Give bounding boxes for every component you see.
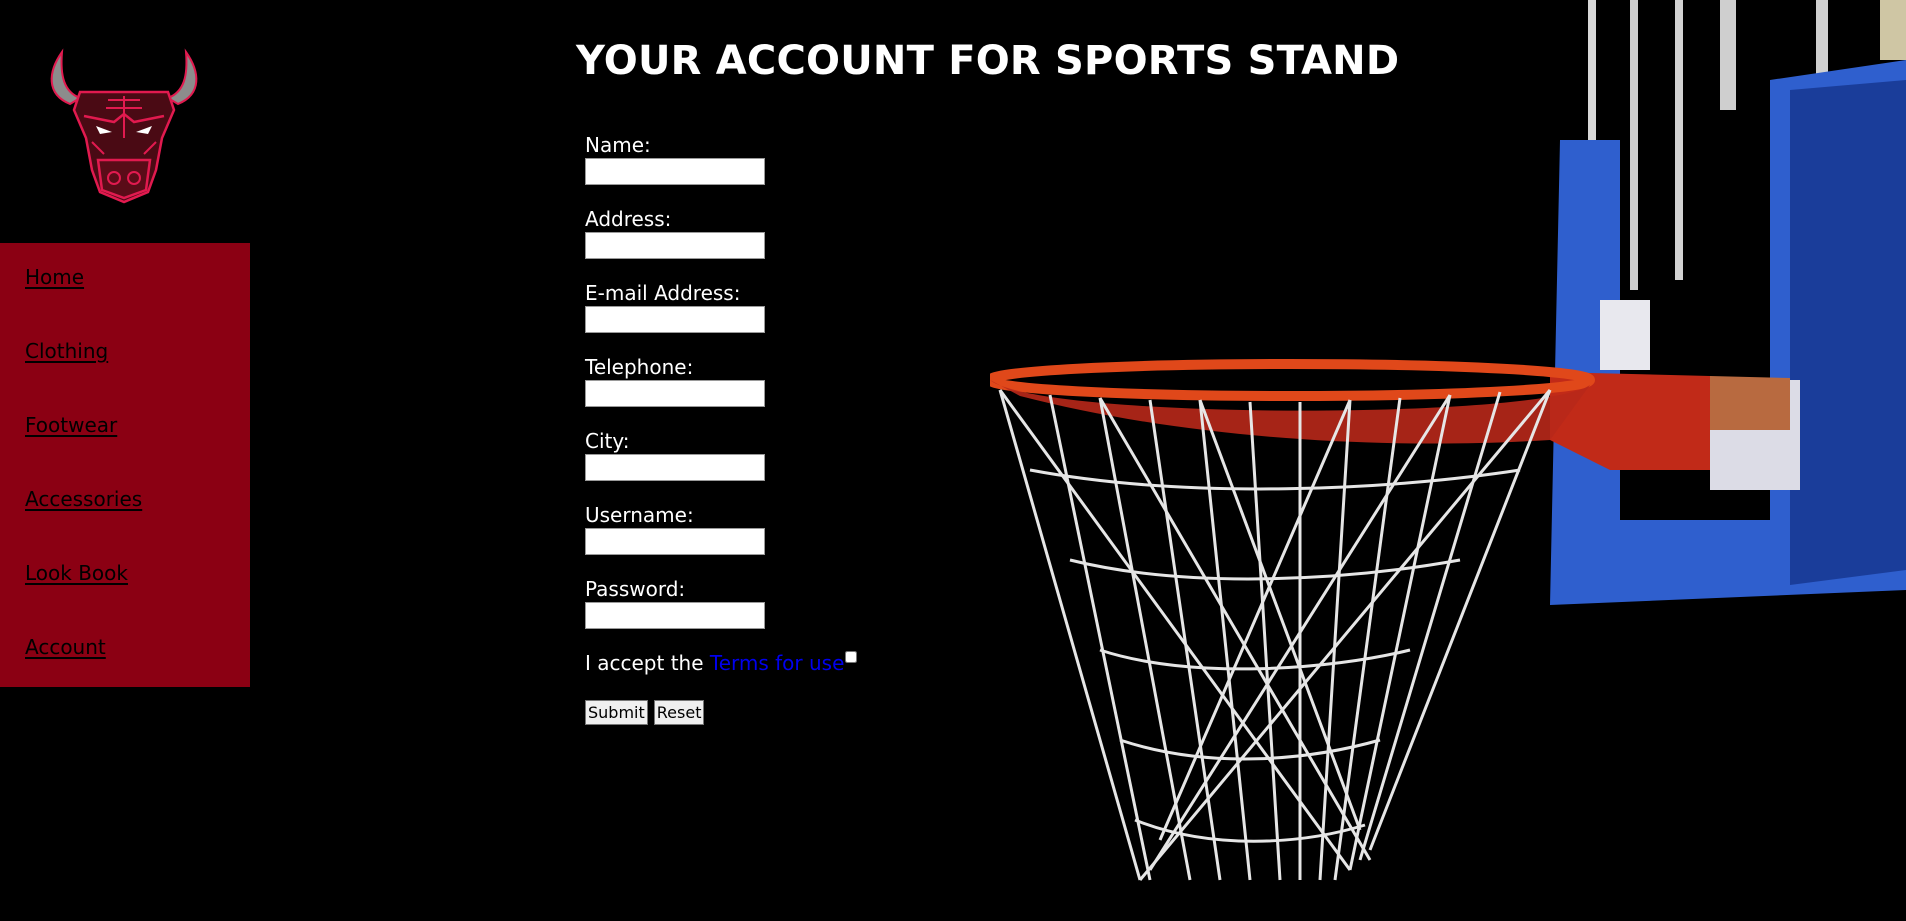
nav-link-home[interactable]: Home	[25, 265, 84, 289]
email-field: E-mail Address:	[585, 280, 985, 354]
telephone-label: Telephone:	[585, 355, 694, 379]
name-input[interactable]	[585, 158, 765, 185]
address-label: Address:	[585, 207, 672, 231]
telephone-field: Telephone:	[585, 354, 985, 428]
address-field: Address:	[585, 206, 985, 280]
bull-logo-icon	[50, 48, 198, 204]
email-input[interactable]	[585, 306, 765, 333]
nav-item-account: Account	[0, 613, 250, 687]
password-input[interactable]	[585, 602, 765, 629]
name-label: Name:	[585, 133, 651, 157]
terms-checkbox[interactable]	[845, 650, 858, 663]
username-field: Username:	[585, 502, 985, 576]
email-label: E-mail Address:	[585, 281, 741, 305]
form-buttons: Submit Reset	[585, 700, 985, 725]
password-label: Password:	[585, 577, 686, 601]
nav-link-look-book[interactable]: Look Book	[25, 561, 128, 585]
sidebar-nav: Home Clothing Footwear Accessories Look …	[0, 243, 250, 687]
username-label: Username:	[585, 503, 694, 527]
nav-item-look-book: Look Book	[0, 539, 250, 613]
address-input[interactable]	[585, 232, 765, 259]
reset-button[interactable]: Reset	[653, 700, 705, 725]
account-form: Name: Address: E-mail Address: Telephone…	[585, 132, 985, 725]
password-field: Password:	[585, 576, 985, 650]
nav-link-account[interactable]: Account	[25, 635, 106, 659]
terms-row: I accept the Terms for use	[585, 650, 985, 700]
nav-link-clothing[interactable]: Clothing	[25, 339, 108, 363]
page: Home Clothing Footwear Accessories Look …	[0, 0, 1906, 921]
nav-item-clothing: Clothing	[0, 317, 250, 391]
nav-link-footwear[interactable]: Footwear	[25, 413, 117, 437]
name-field: Name:	[585, 132, 985, 206]
submit-button[interactable]: Submit	[585, 700, 648, 725]
terms-link[interactable]: Terms for use	[710, 651, 845, 675]
city-label: City:	[585, 429, 630, 453]
username-input[interactable]	[585, 528, 765, 555]
city-input[interactable]	[585, 454, 765, 481]
city-field: City:	[585, 428, 985, 502]
nav-link-accessories[interactable]: Accessories	[25, 487, 142, 511]
nav-item-accessories: Accessories	[0, 465, 250, 539]
nav-item-home: Home	[0, 243, 250, 317]
nav-list: Home Clothing Footwear Accessories Look …	[0, 243, 250, 687]
telephone-input[interactable]	[585, 380, 765, 407]
basketball-hoop-image	[990, 0, 1906, 881]
terms-prefix: I accept the	[585, 651, 710, 675]
nav-item-footwear: Footwear	[0, 391, 250, 465]
